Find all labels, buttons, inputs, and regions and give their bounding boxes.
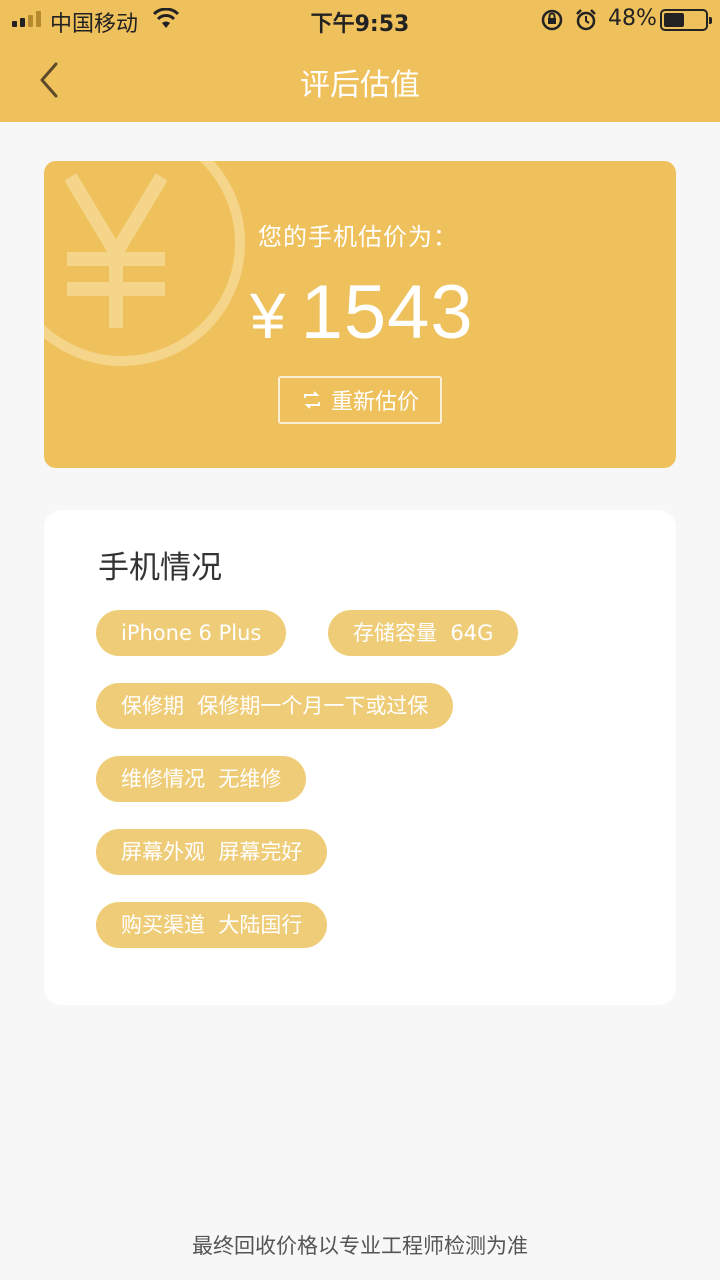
currency-symbol: ¥ [250,280,287,352]
tag-storage: 存储容量 64G [328,610,519,656]
estimate-label: 您的手机估价为： [258,223,458,251]
battery-percent: 48% [608,6,657,31]
estimate-amount: 1543 [300,270,474,355]
yuan-watermark-icon [44,161,245,366]
section-title: 手机情况 [98,550,222,586]
tag-repair: 维修情况 无维修 [96,756,307,802]
reestimate-button[interactable]: 重新估价 [278,376,442,424]
app-header: 中国移动 下午9:53 48% 评后估值 [0,0,720,122]
estimate-value: ¥1543 [250,269,474,356]
status-bar: 中国移动 下午9:53 48% [0,0,720,40]
page-title: 评后估值 [300,68,420,103]
reestimate-label: 重新估价 [330,390,419,415]
tag-model: iPhone 6 Plus [96,610,287,656]
phone-condition-card: 手机情况 iPhone 6 Plus 存储容量 64G 保修期 保修期一个月一下… [44,510,676,1005]
battery-icon [660,9,712,31]
tag-warranty: 保修期 保修期一个月一下或过保 [96,683,454,729]
tag-channel: 购买渠道 大陆国行 [96,902,328,948]
refresh-icon [303,391,320,409]
footer-note: 最终回收价格以专业工程师检测为准 [192,1234,528,1258]
rotation-lock-icon [540,8,564,38]
estimate-card: 您的手机估价为： ¥1543 重新估价 [44,161,676,468]
alarm-icon [574,8,598,38]
tag-screen: 屏幕外观 屏幕完好 [96,829,328,875]
